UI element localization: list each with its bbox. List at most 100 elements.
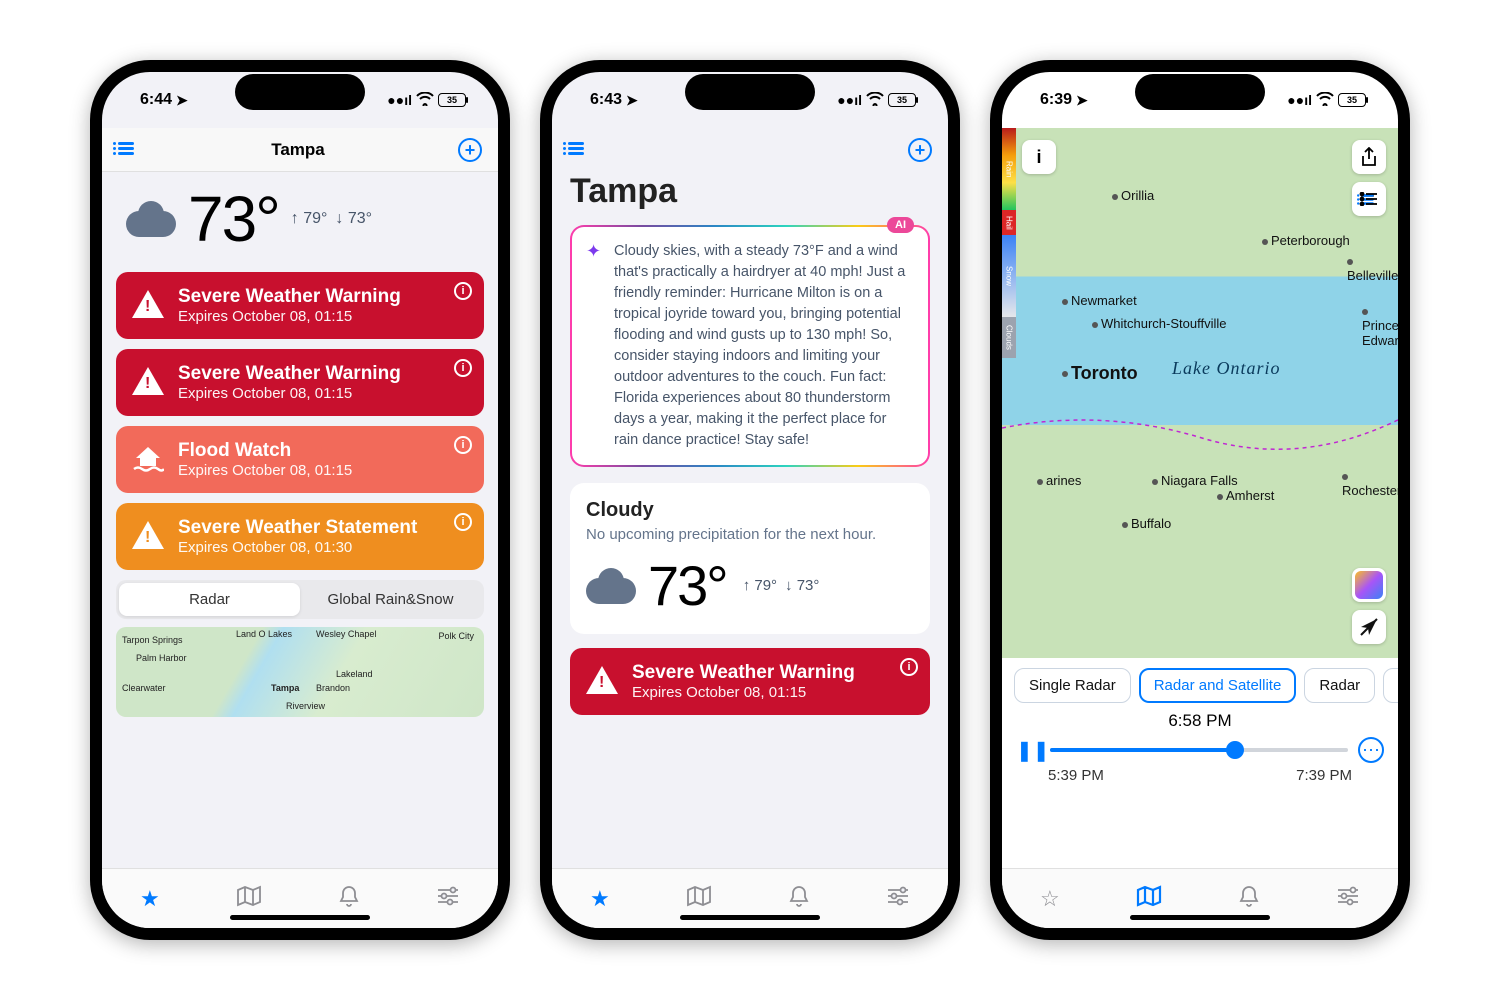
alert-subtitle: Expires October 08, 01:15 bbox=[178, 462, 352, 479]
add-location-button[interactable]: + bbox=[908, 138, 932, 162]
map-label: Brandon bbox=[316, 683, 350, 693]
tab-alerts[interactable] bbox=[338, 884, 360, 914]
alert-card[interactable]: Severe Weather WarningExpires October 08… bbox=[116, 349, 484, 416]
alert-title: Severe Weather Statement bbox=[178, 517, 417, 539]
map-label: Land O Lakes bbox=[236, 629, 292, 639]
alert-title: Severe Weather Warning bbox=[632, 662, 855, 684]
condition-title: Cloudy bbox=[586, 499, 914, 522]
alert-subtitle: Expires October 08, 01:15 bbox=[178, 308, 401, 325]
tab-map[interactable] bbox=[1136, 885, 1162, 913]
alert-severe-weather-warning[interactable]: Severe Weather Warning Expires October 0… bbox=[570, 648, 930, 715]
radar-mode-chip[interactable]: Radar and Satellite bbox=[1139, 668, 1297, 703]
alert-card[interactable]: Flood WatchExpires October 08, 01:15i bbox=[116, 426, 484, 493]
cellular-icon: ●●ıl bbox=[837, 92, 862, 108]
radar-map-preview[interactable]: Tarpon Springs Land O Lakes Wesley Chape… bbox=[116, 627, 484, 717]
map-label: Lakeland bbox=[336, 669, 373, 679]
timeline-end: 7:39 PM bbox=[1296, 767, 1352, 784]
legend-clouds: Clouds bbox=[1002, 317, 1016, 358]
timeline-slider[interactable] bbox=[1050, 748, 1348, 752]
nav-header: Tampa + bbox=[102, 128, 498, 172]
tab-favorites[interactable]: ★ bbox=[590, 886, 610, 912]
add-location-button[interactable]: + bbox=[458, 138, 482, 162]
radar-mode-chips: Single RadarRadar and SatelliteRadarG bbox=[1002, 658, 1398, 709]
nav-title: Tampa bbox=[271, 140, 325, 160]
info-icon[interactable]: i bbox=[900, 658, 918, 676]
condition-subtitle: No upcoming precipitation for the next h… bbox=[586, 526, 914, 543]
alert-card[interactable]: Severe Weather WarningExpires October 08… bbox=[116, 272, 484, 339]
ai-badge: AI bbox=[887, 217, 914, 233]
map-label: Palm Harbor bbox=[136, 653, 187, 663]
share-button[interactable] bbox=[1352, 140, 1386, 174]
slider-thumb[interactable] bbox=[1226, 741, 1244, 759]
map-label: Tampa bbox=[271, 683, 299, 693]
wifi-icon bbox=[1316, 92, 1334, 109]
info-icon[interactable]: i bbox=[454, 282, 472, 300]
legend-hail: Hail bbox=[1002, 210, 1016, 235]
tab-alerts[interactable] bbox=[788, 884, 810, 914]
map-info-button[interactable]: i bbox=[1022, 140, 1056, 174]
map-city-label: Newmarket bbox=[1062, 293, 1137, 308]
border-line bbox=[1002, 408, 1398, 528]
tab-settings[interactable] bbox=[436, 886, 460, 912]
radar-mode-chip[interactable]: G bbox=[1383, 668, 1398, 703]
conditions-card: Cloudy No upcoming precipitation for the… bbox=[570, 483, 930, 634]
current-conditions: 73° ↑ 79° ↓ 73° bbox=[116, 182, 484, 256]
map-label: Riverview bbox=[286, 701, 325, 711]
flood-icon bbox=[132, 444, 164, 481]
cloud-icon bbox=[586, 568, 636, 604]
main-content: Tampa AI ✦ Cloudy skies, with a steady 7… bbox=[552, 172, 948, 868]
more-button[interactable]: ⋯ bbox=[1358, 737, 1384, 763]
map-label: Tarpon Springs bbox=[122, 635, 183, 645]
location-arrow-icon: ➤ bbox=[176, 92, 188, 109]
high-temp: ↑ 79° bbox=[743, 577, 777, 594]
legend-rain: Rain bbox=[1002, 128, 1016, 210]
phone-3-radar-map: 6:39 ➤ ●●ıl 35 Rain Hail Snow Clouds i bbox=[990, 60, 1410, 940]
info-icon[interactable]: i bbox=[454, 359, 472, 377]
radar-mode-chip[interactable]: Single Radar bbox=[1014, 668, 1131, 703]
notch bbox=[685, 74, 815, 110]
tab-map[interactable] bbox=[686, 885, 712, 913]
tab-settings[interactable] bbox=[1336, 886, 1360, 912]
low-temp: ↓ 73° bbox=[335, 210, 372, 228]
tab-favorites[interactable]: ☆ bbox=[1040, 886, 1060, 912]
seg-radar[interactable]: Radar bbox=[119, 583, 300, 616]
info-icon[interactable]: i bbox=[454, 513, 472, 531]
map-city-label: Orillia bbox=[1112, 188, 1154, 203]
radar-layer-button[interactable] bbox=[1352, 568, 1386, 602]
status-time: 6:43 bbox=[590, 91, 622, 109]
radar-colorful-icon bbox=[1355, 571, 1383, 599]
map-legend: Rain Hail Snow Clouds bbox=[1002, 128, 1016, 358]
warning-triangle-icon bbox=[132, 290, 164, 318]
phone-2-tampa-ai: 6:43 ➤ ●●ıl 35 + Tampa AI ✦ Cloudy bbox=[540, 60, 960, 940]
map-city-label: Belleville bbox=[1347, 253, 1398, 283]
list-button[interactable] bbox=[568, 137, 588, 163]
home-indicator bbox=[680, 915, 820, 920]
city-heading: Tampa bbox=[570, 172, 930, 211]
low-temp: ↓ 73° bbox=[785, 577, 819, 594]
radar-map[interactable]: Rain Hail Snow Clouds i bbox=[1002, 128, 1398, 658]
sparkle-icon: ✦ bbox=[586, 241, 601, 262]
wifi-icon bbox=[416, 92, 434, 109]
tab-map[interactable] bbox=[236, 885, 262, 913]
seg-global[interactable]: Global Rain&Snow bbox=[300, 583, 481, 616]
plus-circle-icon: + bbox=[908, 138, 932, 162]
list-button[interactable] bbox=[118, 137, 138, 163]
high-temp: ↑ 79° bbox=[291, 210, 328, 228]
layers-button[interactable] bbox=[1352, 182, 1386, 216]
notch bbox=[1135, 74, 1265, 110]
tab-favorites[interactable]: ★ bbox=[140, 886, 160, 912]
cellular-icon: ●●ıl bbox=[1287, 92, 1312, 108]
map-mode-segmented[interactable]: Radar Global Rain&Snow bbox=[116, 580, 484, 619]
info-icon[interactable]: i bbox=[454, 436, 472, 454]
phone-1-tampa-alerts: 6:44 ➤ ●●ıl 35 Tampa + 73° bbox=[90, 60, 510, 940]
tab-alerts[interactable] bbox=[1238, 884, 1260, 914]
tab-settings[interactable] bbox=[886, 886, 910, 912]
disable-location-button[interactable] bbox=[1352, 610, 1386, 644]
current-temp: 73° bbox=[648, 553, 727, 618]
pause-button[interactable]: ❚❚ bbox=[1016, 738, 1040, 763]
map-city-label: Prince Edward bbox=[1362, 303, 1398, 348]
radar-mode-chip[interactable]: Radar bbox=[1304, 668, 1375, 703]
alert-card[interactable]: Severe Weather StatementExpires October … bbox=[116, 503, 484, 570]
ai-summary-card[interactable]: AI ✦ Cloudy skies, with a steady 73°F an… bbox=[570, 225, 930, 467]
nav-header: + bbox=[552, 128, 948, 172]
